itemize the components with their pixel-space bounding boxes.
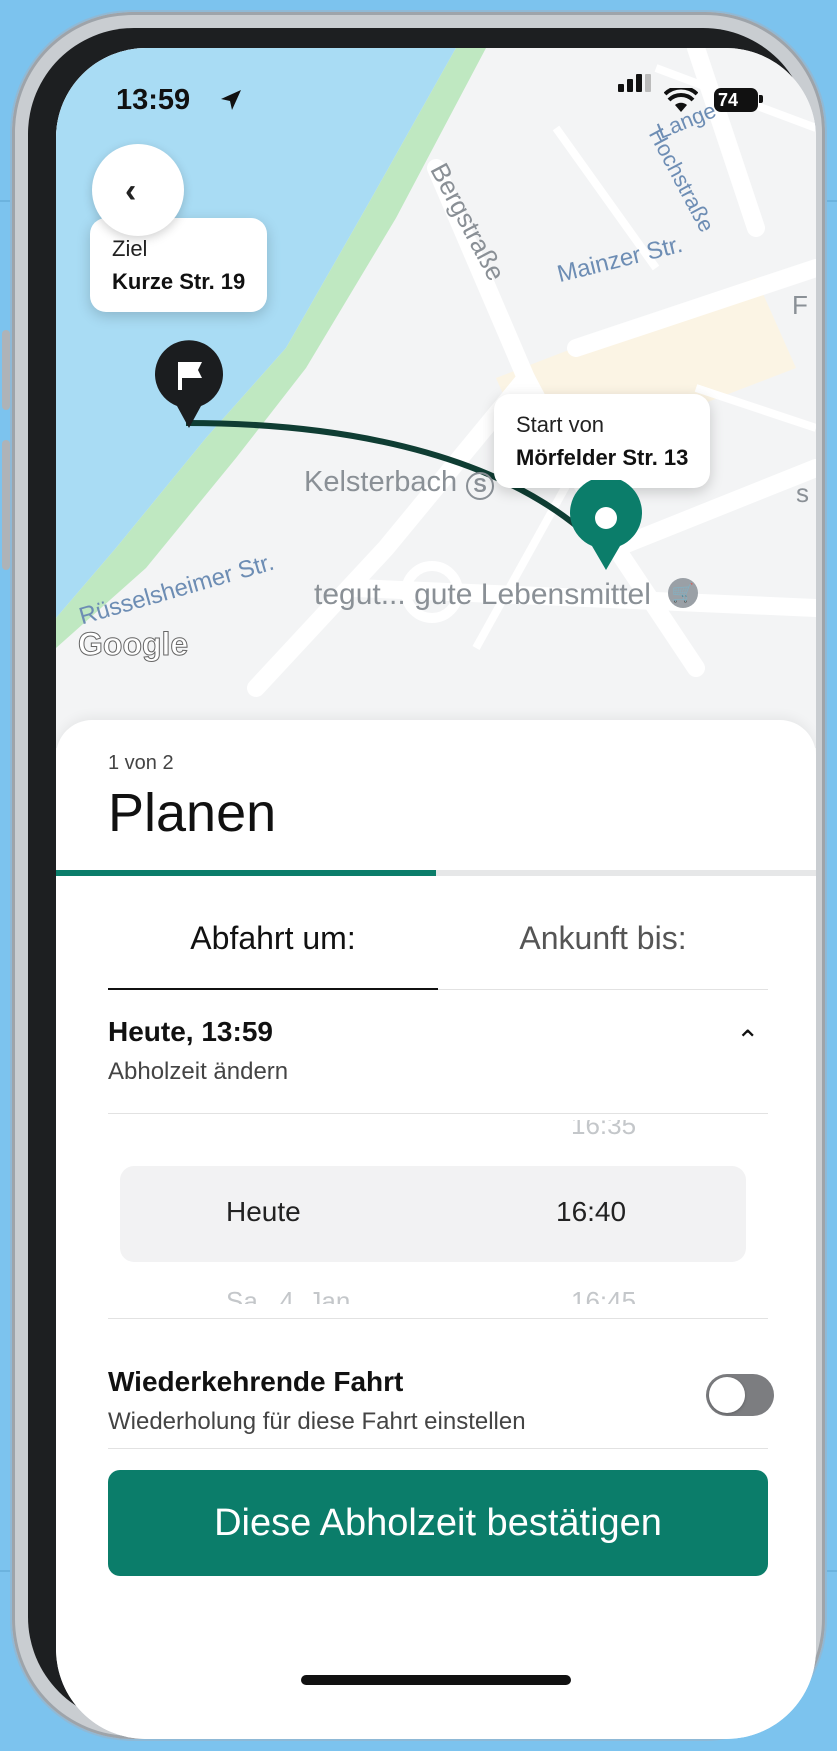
map-label-edge: F xyxy=(792,290,808,320)
destination-label: Ziel xyxy=(112,236,148,261)
divider xyxy=(108,1318,768,1319)
status-time: 13:59 xyxy=(116,84,191,116)
divider xyxy=(108,1448,768,1449)
tab-indicator xyxy=(108,988,438,990)
shopping-cart-icon: 🛒 xyxy=(668,578,698,608)
pickup-time-subtitle: Abholzeit ändern xyxy=(108,1058,289,1085)
destination-address: Kurze Str. 19 xyxy=(112,269,246,294)
picker-time-above[interactable]: 16:35 xyxy=(571,1120,636,1140)
battery-level: 74 xyxy=(718,90,739,110)
pin-icon xyxy=(570,480,642,570)
destination-callout: Ziel Kurze Str. 19 xyxy=(90,218,268,312)
chevron-up-icon[interactable]: ⌃ xyxy=(736,1024,759,1057)
map-label-kelsterbach: Kelsterbach xyxy=(304,466,458,498)
step-indicator: 1 von 2 xyxy=(108,752,174,774)
divider xyxy=(108,1113,768,1114)
map-view[interactable]: Bergstraße Hochstraße Lange Mainzer Str.… xyxy=(56,48,816,748)
home-indicator xyxy=(301,1675,571,1685)
recurring-toggle[interactable] xyxy=(706,1374,774,1416)
planning-sheet: 1 von 2 Planen Abfahrt um: Ankunft bis: … xyxy=(56,720,816,1739)
back-button[interactable]: ‹ xyxy=(92,144,184,236)
origin-address: Mörfelder Str. 13 xyxy=(516,445,689,470)
battery-cap xyxy=(759,95,763,103)
tab-arrival[interactable]: Ankunft bis: xyxy=(438,920,768,957)
side-button xyxy=(2,330,10,410)
picker-selection[interactable] xyxy=(120,1166,746,1262)
progress-fill xyxy=(56,870,436,876)
progress-bar xyxy=(56,870,816,876)
confirm-pickup-button[interactable]: Diese Abholzeit bestätigen xyxy=(108,1470,768,1576)
recurring-title: Wiederkehrende Fahrt xyxy=(108,1366,404,1397)
location-arrow-icon xyxy=(221,90,241,110)
sbahn-icon: S xyxy=(466,472,494,500)
flag-icon xyxy=(155,340,223,428)
google-logo: Google xyxy=(77,626,189,663)
status-bar: 13:59 74 xyxy=(56,74,816,124)
picker-day-selected[interactable]: Heute xyxy=(226,1196,301,1228)
map-label-edge: s xyxy=(796,478,809,508)
picker-time-selected[interactable]: 16:40 xyxy=(556,1196,626,1228)
sheet-title: Planen xyxy=(108,783,277,843)
origin-callout: Start von Mörfelder Str. 13 xyxy=(494,394,711,488)
picker-day-below[interactable]: Sa., 4. Jan. xyxy=(226,1286,358,1304)
battery-icon: 74 xyxy=(714,88,758,112)
picker-time-below[interactable]: 16:45 xyxy=(571,1286,636,1304)
map-label-tegut: tegut... gute Lebensmittel xyxy=(314,578,651,611)
tab-departure[interactable]: Abfahrt um: xyxy=(108,920,438,957)
side-button xyxy=(2,440,10,570)
origin-label: Start von xyxy=(516,412,605,437)
pickup-time-title[interactable]: Heute, 13:59 xyxy=(108,1016,273,1048)
app-screen: Bergstraße Hochstraße Lange Mainzer Str.… xyxy=(56,48,816,1739)
toggle-knob xyxy=(709,1377,745,1413)
recurring-subtitle: Wiederholung für diese Fahrt einstellen xyxy=(108,1408,526,1435)
chevron-left-icon: ‹ xyxy=(125,172,137,210)
wifi-icon xyxy=(664,88,698,112)
